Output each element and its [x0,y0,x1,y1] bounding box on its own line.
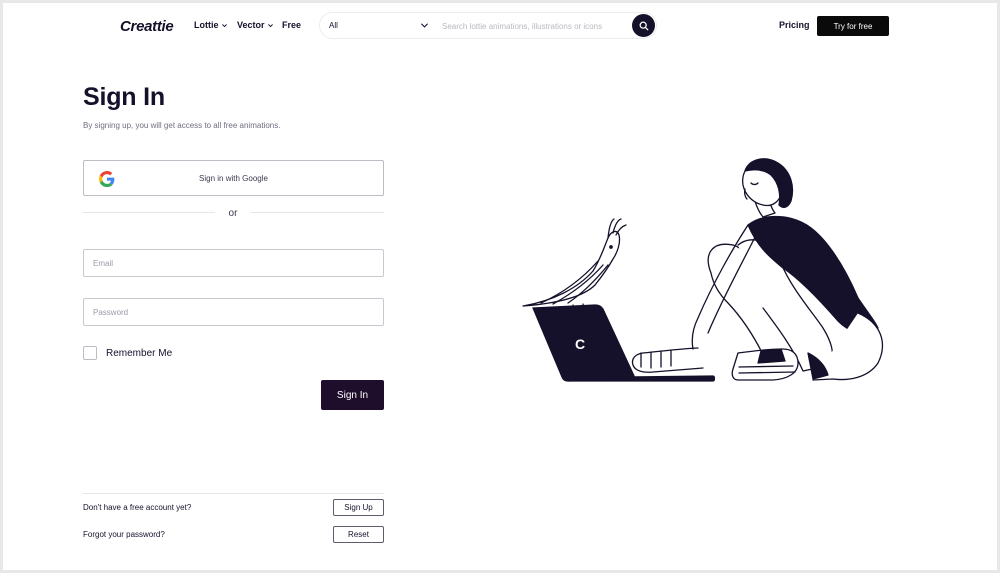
reset-button[interactable]: Reset [333,526,384,543]
page-title: Sign In [83,83,165,111]
forgot-password-text: Forgot your password? [83,530,165,539]
remember-me-checkbox[interactable] [83,346,97,360]
search-input[interactable] [442,18,620,34]
page: Creattie Lottie Vector Free All Pricing … [3,3,997,570]
or-separator: or [228,208,238,219]
divider-right [251,212,384,213]
creattie-logo[interactable]: Creattie [120,18,174,35]
footer-divider [83,493,384,494]
search-button[interactable] [632,14,655,37]
google-signin-label: Sign in with Google [199,174,268,183]
email-field[interactable] [83,249,384,277]
no-account-text: Don't have a free account yet? [83,503,192,512]
nav-lottie[interactable]: Lottie [194,20,228,30]
nav-free-label: Free [282,20,302,30]
google-signin-button[interactable]: Sign in with Google [83,160,384,196]
pricing-link[interactable]: Pricing [779,20,810,30]
chevron-down-icon[interactable] [420,21,429,30]
chevron-down-icon [267,23,273,27]
search-bar: All [319,12,657,39]
nav-vector[interactable]: Vector [237,20,274,30]
try-for-free-button[interactable]: Try for free [817,16,889,36]
person-with-laptop-illustration: C [522,158,884,382]
nav-lottie-label: Lottie [194,20,219,30]
svg-text:C: C [575,336,585,352]
search-category-select[interactable]: All [329,21,338,30]
remember-me-label[interactable]: Remember Me [106,348,172,359]
nav-free[interactable]: Free [282,20,301,30]
sign-up-button[interactable]: Sign Up [333,499,384,516]
sign-in-button[interactable]: Sign In [321,380,384,410]
chevron-down-icon [221,23,227,27]
page-subtitle: By signing up, you will get access to al… [83,121,281,130]
search-icon [639,21,648,30]
nav-vector-label: Vector [237,20,265,30]
divider-left [83,212,215,213]
password-field[interactable] [83,298,384,326]
